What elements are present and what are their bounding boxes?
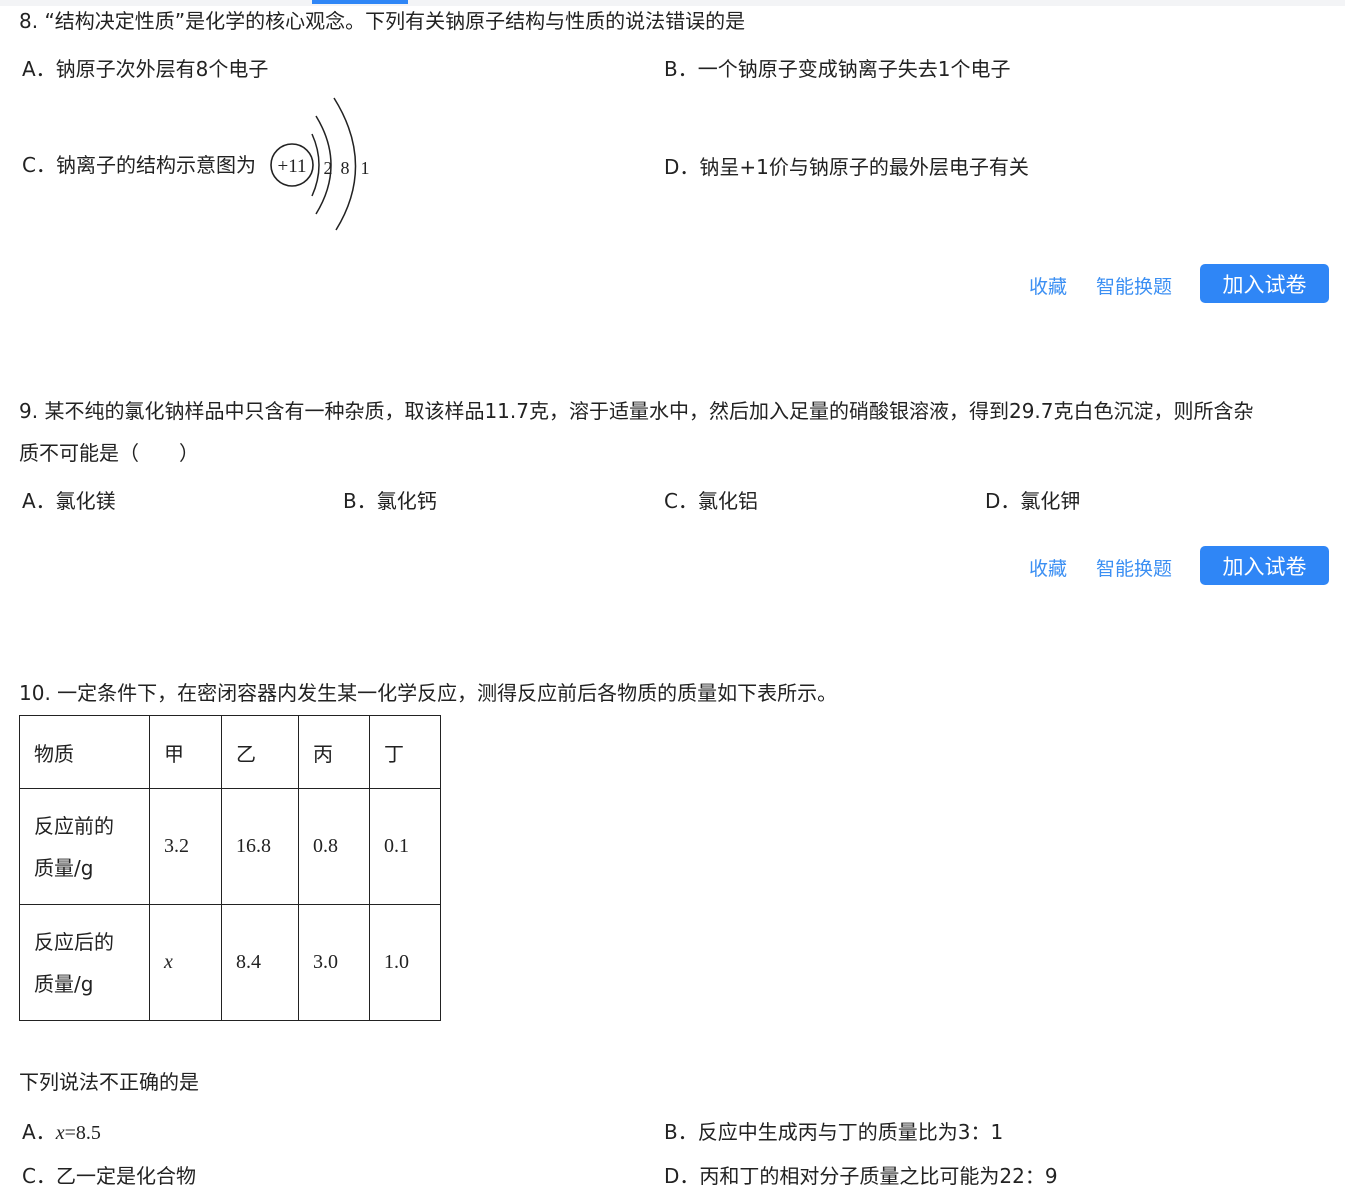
q9-option-d: D．氯化钾 bbox=[985, 489, 1081, 513]
q10-stem: 10. 一定条件下，在密闭容器内发生某一化学反应，测得反应前后各物质的质量如下表… bbox=[19, 681, 838, 705]
table-row-after: 反应后的 质量/g x 8.4 3.0 1.0 bbox=[19, 904, 441, 1021]
table-cell: 1.0 bbox=[369, 904, 441, 1021]
header-cell-substance: 物质 bbox=[19, 715, 150, 789]
row-label-after: 反应后的 质量/g bbox=[19, 904, 150, 1021]
table-cell: 0.8 bbox=[298, 788, 370, 905]
table-header-row: 物质 甲 乙 丙 丁 bbox=[19, 715, 441, 789]
row-label-before-line2: 质量/g bbox=[34, 855, 94, 880]
q10-option-c: C．乙一定是化合物 bbox=[22, 1164, 196, 1188]
q10-option-a-prefix: A． bbox=[22, 1120, 56, 1144]
q9-option-a: A．氯化镁 bbox=[22, 489, 116, 513]
shell-electrons-3: 1 bbox=[361, 158, 370, 178]
q8-add-to-paper-button[interactable]: 加入试卷 bbox=[1200, 264, 1329, 303]
header-cell-bing: 丙 bbox=[298, 715, 370, 789]
header-cell-ding: 丁 bbox=[369, 715, 441, 789]
q9-favorite-button[interactable]: 收藏 bbox=[1029, 554, 1067, 581]
q9-add-to-paper-button[interactable]: 加入试卷 bbox=[1200, 546, 1329, 585]
table-cell: 3.2 bbox=[149, 788, 222, 905]
mass-table: 物质 甲 乙 丙 丁 反应前的 质量/g 3.2 16.8 0.8 0.1 反应… bbox=[19, 715, 441, 1021]
q10-option-b: B．反应中生成丙与丁的质量比为3：1 bbox=[664, 1120, 1004, 1144]
table-row-before: 反应前的 质量/g 3.2 16.8 0.8 0.1 bbox=[19, 788, 441, 905]
row-label-after-line1: 反应后的 bbox=[34, 929, 114, 954]
q8-stem: 8. “结构决定性质”是化学的核心观念。下列有关钠原子结构与性质的说法错误的是 bbox=[19, 9, 746, 33]
nucleus-charge: +11 bbox=[277, 156, 306, 177]
q8-option-c: C．钠离子的结构示意图为 bbox=[22, 153, 256, 177]
header-cell-yi: 乙 bbox=[221, 715, 299, 789]
row-label-before-line1: 反应前的 bbox=[34, 813, 114, 838]
q9-smart-swap-button[interactable]: 智能换题 bbox=[1096, 554, 1172, 581]
q8-option-a: A．钠原子次外层有8个电子 bbox=[22, 57, 269, 81]
table-cell: 8.4 bbox=[221, 904, 299, 1021]
q10-option-a: A．x=8.5 bbox=[22, 1116, 101, 1145]
q10-option-d: D．丙和丁的相对分子质量之比可能为22：9 bbox=[664, 1164, 1058, 1188]
q9-option-b: B．氯化钙 bbox=[343, 489, 437, 513]
q8-favorite-button[interactable]: 收藏 bbox=[1029, 272, 1067, 299]
q9-stem-line2: 质不可能是（ ） bbox=[19, 441, 199, 465]
q9-stem-line1: 9. 某不纯的氯化钠样品中只含有一种杂质，取该样品11.7克，溶于适量水中，然后… bbox=[19, 399, 1254, 423]
table-cell: 3.0 bbox=[298, 904, 370, 1021]
table-cell: x bbox=[149, 904, 222, 1021]
q10-option-a-rest: =8.5 bbox=[64, 1122, 101, 1144]
q8-smart-swap-button[interactable]: 智能换题 bbox=[1096, 272, 1172, 299]
row-label-before: 反应前的 质量/g bbox=[19, 788, 150, 905]
table-cell: 0.1 bbox=[369, 788, 441, 905]
q10-option-a-variable: x bbox=[55, 1122, 65, 1144]
header-cell-jia: 甲 bbox=[149, 715, 222, 789]
q8-option-b: B．一个钠原子变成钠离子失去1个电子 bbox=[664, 57, 1011, 81]
row-label-after-line2: 质量/g bbox=[34, 971, 94, 996]
table-cell: 16.8 bbox=[221, 788, 299, 905]
sodium-structure-diagram: +11 2 8 1 bbox=[270, 97, 370, 231]
q10-sub-stem: 下列说法不正确的是 bbox=[19, 1070, 199, 1094]
q9-option-c: C．氯化铝 bbox=[664, 489, 758, 513]
shell-electrons-1: 2 bbox=[324, 158, 333, 178]
q8-option-d: D．钠呈+1价与钠原子的最外层电子有关 bbox=[664, 155, 1029, 179]
shell-electrons-2: 8 bbox=[341, 158, 350, 178]
